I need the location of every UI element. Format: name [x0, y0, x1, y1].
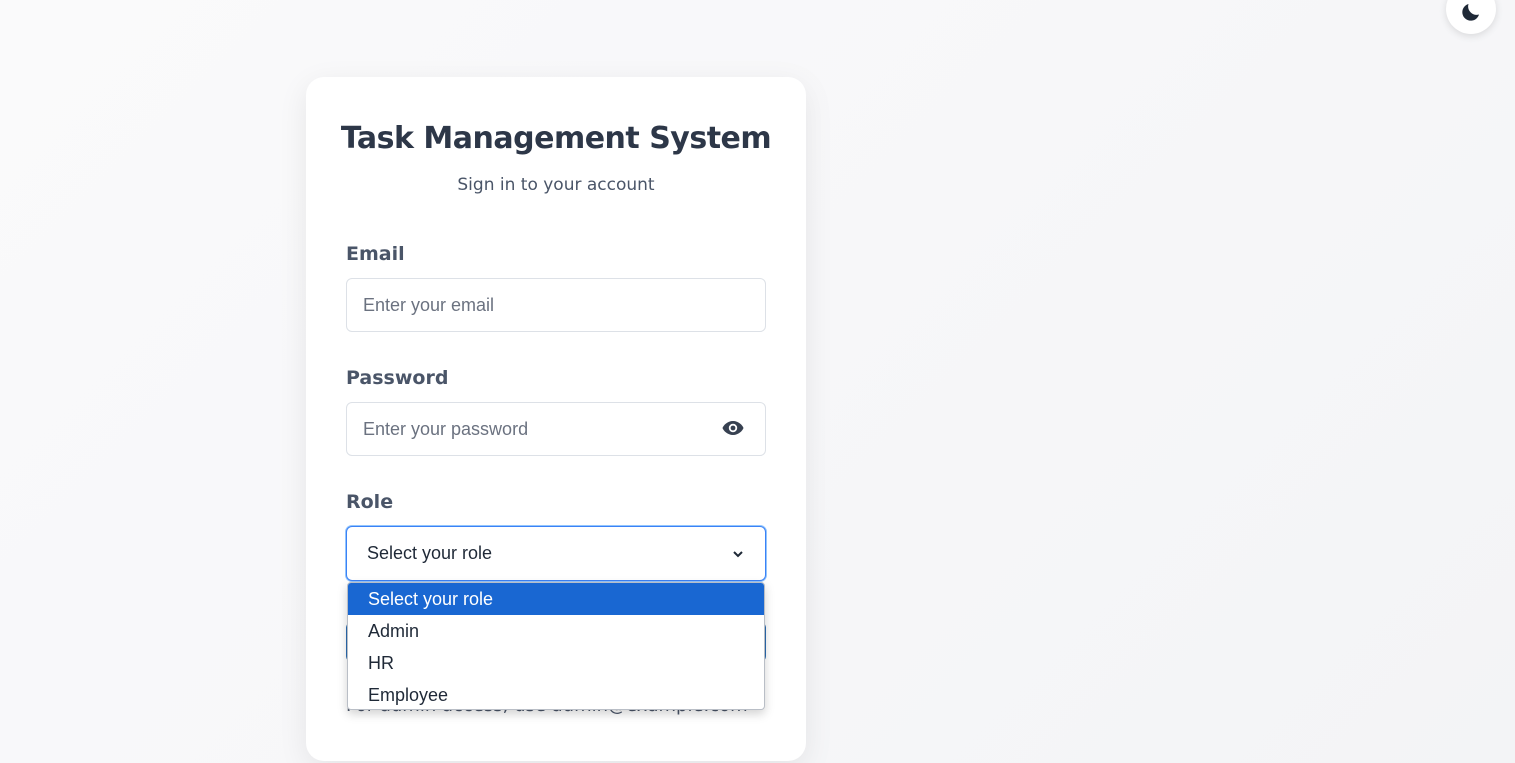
- email-label: Email: [346, 243, 405, 265]
- role-select[interactable]: Select your role: [346, 526, 766, 581]
- moon-icon: [1462, 4, 1479, 21]
- role-label: Role: [346, 491, 394, 513]
- password-input[interactable]: [346, 402, 766, 456]
- chevron-down-icon: [733, 550, 743, 557]
- page-subtitle: Sign in to your account: [457, 175, 655, 195]
- role-option-admin[interactable]: Admin: [348, 615, 764, 647]
- role-select-value: Select your role: [367, 543, 493, 563]
- eye-icon[interactable]: [721, 416, 745, 440]
- password-label: Password: [346, 367, 449, 389]
- email-input[interactable]: [346, 278, 766, 332]
- role-option-placeholder[interactable]: Select your role: [348, 583, 764, 615]
- page-title: Task Management System: [340, 121, 772, 156]
- theme-toggle-button[interactable]: [1446, 0, 1496, 34]
- role-option-employee[interactable]: Employee: [348, 679, 764, 709]
- role-dropdown[interactable]: Select your role Admin HR Employee: [347, 582, 765, 710]
- role-option-hr[interactable]: HR: [348, 647, 764, 679]
